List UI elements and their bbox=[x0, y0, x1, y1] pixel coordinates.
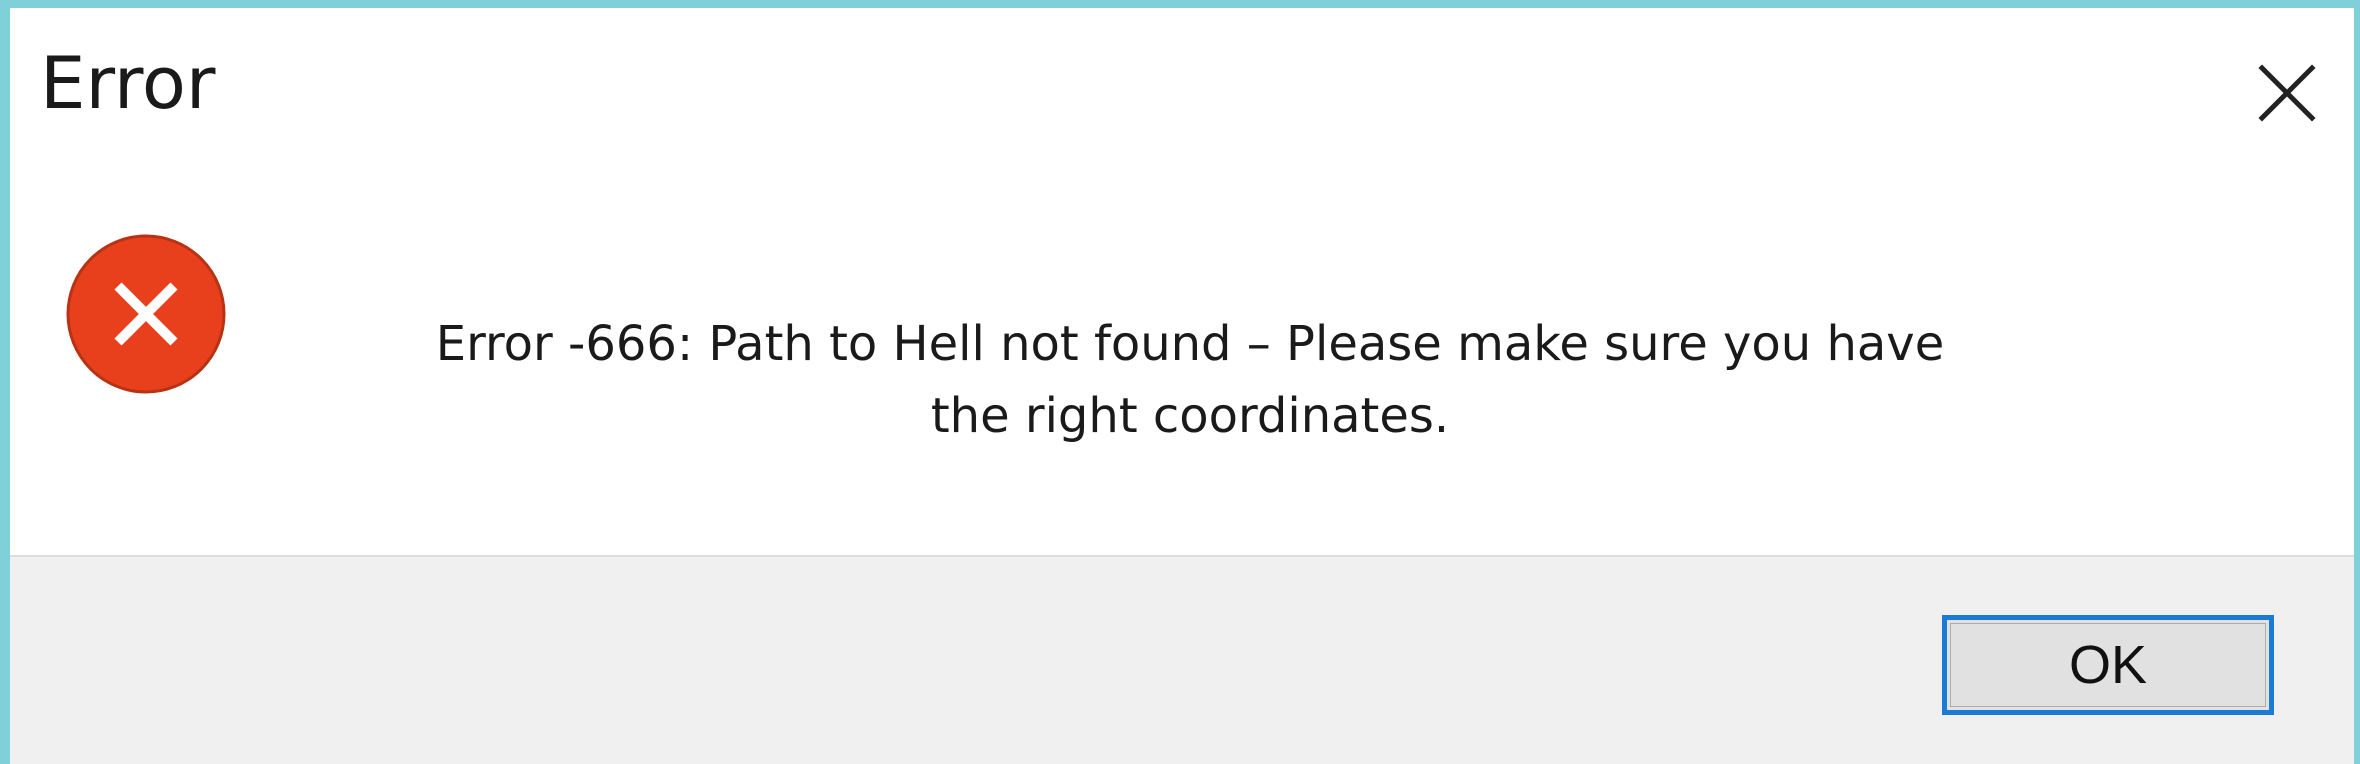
close-icon bbox=[2258, 64, 2316, 122]
title-bar: Error bbox=[10, 8, 2354, 168]
error-message-line-2: the right coordinates. bbox=[930, 388, 1450, 444]
dialog-title: Error bbox=[40, 41, 216, 125]
close-button[interactable] bbox=[2246, 52, 2328, 134]
dialog-footer: OK bbox=[10, 555, 2354, 764]
error-message-line-1: Error -666: Path to Hell not found – Ple… bbox=[435, 316, 1945, 372]
dialog-content: Error -666: Path to Hell not found – Ple… bbox=[10, 168, 2354, 555]
error-icon bbox=[66, 234, 226, 394]
error-dialog: Error Error -666: Path to Hell not found… bbox=[0, 0, 2360, 764]
ok-button-label: OK bbox=[2068, 635, 2148, 695]
ok-button[interactable]: OK bbox=[1942, 615, 2274, 715]
error-message: Error -666: Path to Hell not found – Ple… bbox=[410, 308, 1970, 452]
